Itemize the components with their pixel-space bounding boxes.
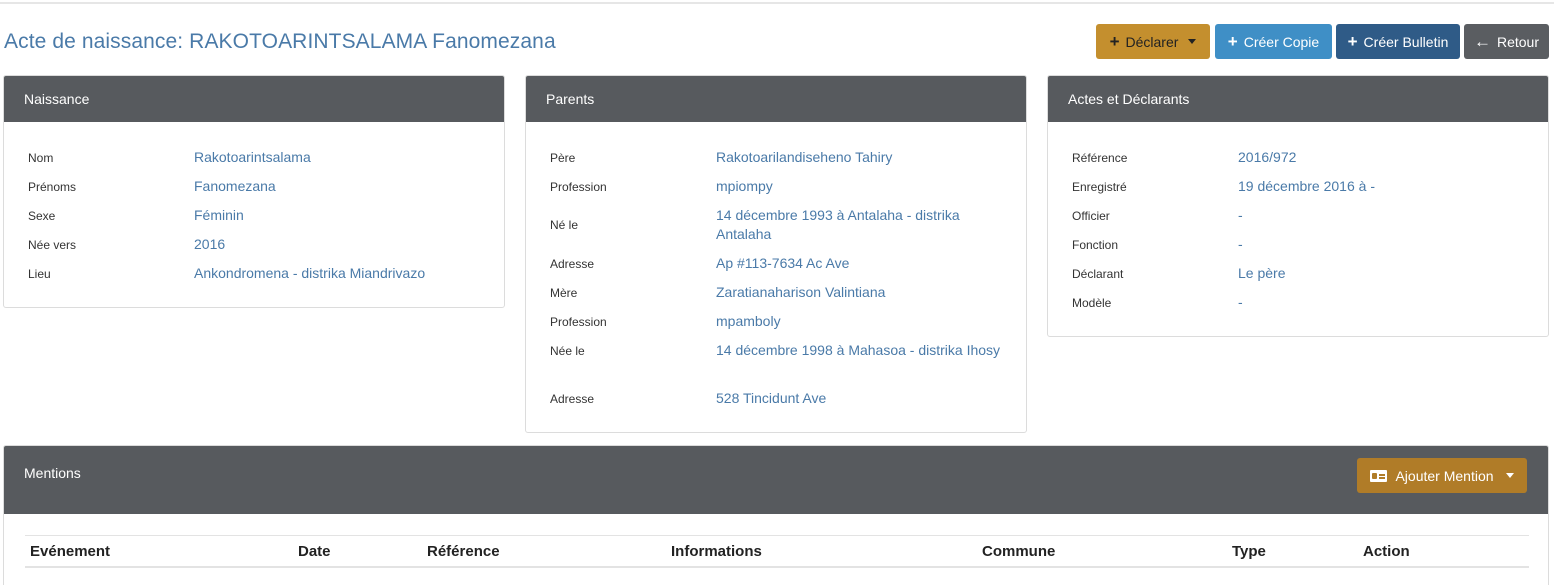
parents-row-adresse-mere: Adresse 528 Tincidunt Ave xyxy=(550,389,1016,408)
naissance-row-nom: Nom Rakotoarintsalama xyxy=(28,148,494,167)
field-label: Lieu xyxy=(28,266,51,281)
column-header-type: Type xyxy=(1232,543,1266,560)
creer-bulletin-button[interactable]: + Créer Bulletin xyxy=(1336,24,1460,59)
field-value: - xyxy=(1238,236,1243,252)
column-header-date: Date xyxy=(298,543,331,560)
field-label: Née vers xyxy=(28,237,77,252)
mentions-header: Mentions Ajouter Mention xyxy=(4,446,1548,514)
column-header-commune: Commune xyxy=(982,543,1056,560)
field-label: Fonction xyxy=(1072,237,1119,252)
creer-bulletin-label: Créer Bulletin xyxy=(1363,33,1449,50)
naissance-row-prenoms: Prénoms Fanomezana xyxy=(28,177,494,196)
parents-row-mere: Mère Zaratianaharison Valintiana xyxy=(550,283,1016,302)
field-label: Né le xyxy=(550,218,579,232)
field-value: Rakotoarintsalama xyxy=(194,149,311,165)
field-label: Modèle xyxy=(1072,295,1112,310)
creer-copie-button[interactable]: + Créer Copie xyxy=(1215,24,1332,59)
field-value: Ap #113-7634 Ac Ave xyxy=(716,255,850,271)
parents-row-nee-le: Née le 14 décembre 1998 à Mahasoa - dist… xyxy=(550,341,1016,360)
actes-row-officier: Officier - xyxy=(1072,206,1538,225)
declarer-label: Déclarer xyxy=(1125,33,1179,50)
mentions-title: Mentions xyxy=(24,465,81,481)
field-value: Le père xyxy=(1238,265,1286,281)
naissance-row-nee-vers: Née vers 2016 xyxy=(28,235,494,254)
arrow-left-icon: ← xyxy=(1473,32,1491,51)
naissance-header: Naissance xyxy=(4,76,504,122)
page-title: Acte de naissance: RAKOTOARINTSALAMA Fan… xyxy=(4,30,556,53)
caret-down-icon xyxy=(1188,39,1197,44)
column-header-reference: Référence xyxy=(427,543,500,560)
parents-header: Parents xyxy=(526,76,1026,122)
field-value: 19 décembre 2016 à - xyxy=(1238,178,1375,194)
field-value: - xyxy=(1238,207,1243,223)
field-value: Rakotoarilandiseheno Tahiry xyxy=(716,149,893,165)
parents-card: Parents Père Rakotoarilandiseheno Tahiry… xyxy=(525,75,1027,433)
field-label: Déclarant xyxy=(1072,266,1124,281)
field-label: Profession xyxy=(550,314,607,329)
field-value: 14 décembre 1998 à Mahasoa - distrika Ih… xyxy=(716,342,1001,358)
actes-row-declarant: Déclarant Le père xyxy=(1072,264,1538,283)
actes-row-enregistre: Enregistré 19 décembre 2016 à - xyxy=(1072,177,1538,196)
field-label: Référence xyxy=(1072,150,1128,165)
field-label: Profession xyxy=(550,179,607,194)
actes-card: Actes et Déclarants Référence 2016/972 E… xyxy=(1047,75,1549,337)
field-label: Officier xyxy=(1072,208,1110,223)
caret-down-icon xyxy=(1505,473,1514,478)
field-value: mpiompy xyxy=(716,178,773,194)
field-value: 2016/972 xyxy=(1238,149,1297,165)
field-value: mpamboly xyxy=(716,313,781,329)
creer-copie-label: Créer Copie xyxy=(1243,33,1320,50)
field-label: Nom xyxy=(28,150,54,165)
parents-row-profession-pere: Profession mpiompy xyxy=(550,177,1016,196)
field-value: Zaratianaharison Valintiana xyxy=(716,284,886,300)
column-header-evenement: Evénement xyxy=(30,543,111,560)
field-label: Sexe xyxy=(28,208,56,223)
field-label: Mère xyxy=(550,285,578,300)
field-label: Adresse xyxy=(550,391,595,406)
parents-row-adresse-pere: Adresse Ap #113-7634 Ac Ave xyxy=(550,254,1016,273)
field-value: Féminin xyxy=(194,207,244,223)
field-value: 528 Tincidunt Ave xyxy=(716,390,827,406)
field-label: Née le xyxy=(550,343,585,358)
plus-icon: + xyxy=(1347,32,1358,51)
ajouter-mention-label: Ajouter Mention xyxy=(1395,467,1494,484)
field-value: Ankondromena - distrika Miandrivazo xyxy=(194,265,426,281)
field-value: 14 décembre 1993 à Antalaha - distrika A… xyxy=(716,207,960,242)
mentions-card: Mentions Ajouter Mention Evénement Date … xyxy=(3,445,1549,585)
naissance-row-lieu: Lieu Ankondromena - distrika Miandrivazo xyxy=(28,264,494,283)
id-card-icon xyxy=(1370,469,1388,482)
parents-row-pere: Père Rakotoarilandiseheno Tahiry xyxy=(550,148,1016,167)
field-value: 2016 xyxy=(194,236,226,252)
actes-row-fonction: Fonction - xyxy=(1072,235,1538,254)
actes-header: Actes et Déclarants xyxy=(1048,76,1548,122)
field-label: Père xyxy=(550,150,576,165)
field-label: Prénoms xyxy=(28,179,77,194)
parents-row-ne-le: Né le 14 décembre 1993 à Antalaha - dist… xyxy=(550,206,1016,244)
actes-row-modele: Modèle - xyxy=(1072,293,1538,312)
field-label: Enregistré xyxy=(1072,179,1127,194)
field-label: Adresse xyxy=(550,256,595,271)
retour-label: Retour xyxy=(1496,33,1540,50)
declarer-button[interactable]: + Déclarer xyxy=(1096,24,1210,59)
column-header-informations: Informations xyxy=(671,543,762,560)
ajouter-mention-button[interactable]: Ajouter Mention xyxy=(1357,458,1527,493)
plus-icon: + xyxy=(1109,32,1120,51)
field-value: - xyxy=(1238,294,1243,310)
mentions-table-header: Evénement Date Référence Informations Co… xyxy=(25,535,1529,568)
parents-row-profession-mere: Profession mpamboly xyxy=(550,312,1016,331)
plus-icon: + xyxy=(1227,32,1238,51)
retour-button[interactable]: ← Retour xyxy=(1464,24,1549,59)
naissance-row-sexe: Sexe Féminin xyxy=(28,206,494,225)
naissance-card: Naissance Nom Rakotoarintsalama Prénoms … xyxy=(3,75,505,308)
top-border xyxy=(0,2,1554,4)
column-header-action: Action xyxy=(1363,543,1410,560)
actes-row-reference: Référence 2016/972 xyxy=(1072,148,1538,167)
field-value: Fanomezana xyxy=(194,178,276,194)
